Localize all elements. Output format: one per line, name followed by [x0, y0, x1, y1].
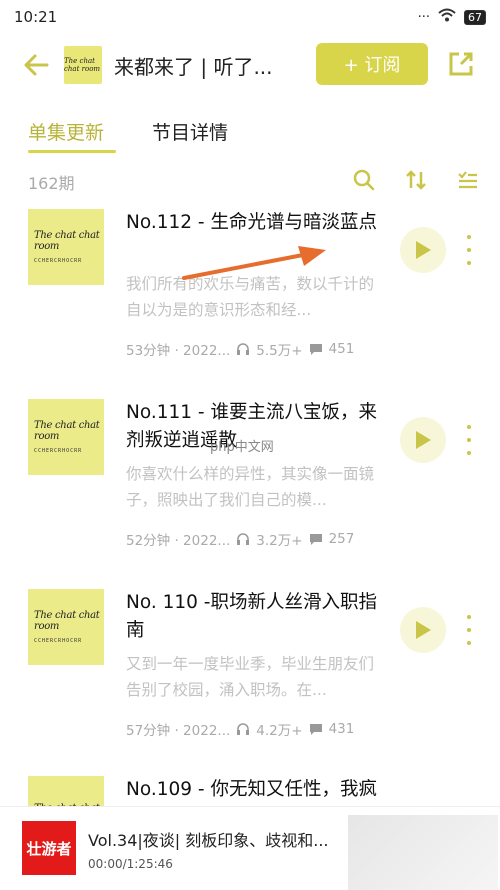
player-title: Vol.34|夜谈| 刻板印象、歧视和...	[88, 831, 329, 850]
status-icons: ··· 67	[418, 8, 486, 26]
back-arrow-icon	[24, 54, 49, 76]
player-thumbnail	[348, 815, 498, 890]
page-title: 来都来了 | 听了...	[114, 54, 273, 79]
episode-comments: 257	[328, 531, 355, 547]
episode-item[interactable]: The chat chat room No.109 - 你无知又任性，我疯	[0, 776, 500, 806]
tab-episodes[interactable]: 单集更新	[28, 118, 104, 145]
back-button[interactable]	[14, 43, 58, 87]
more-options-button[interactable]	[460, 235, 478, 265]
more-dot-icon	[467, 615, 471, 619]
watermark-text: php中文网	[210, 440, 274, 455]
status-time: 10:21	[14, 8, 58, 26]
podcast-cover-thumbnail: The chat chat room	[64, 46, 102, 84]
play-icon	[416, 241, 431, 259]
cover-line1: The chat chat room	[34, 230, 100, 252]
more-dot-icon	[467, 248, 471, 252]
more-dot-icon	[467, 425, 471, 429]
sort-icon	[406, 170, 426, 190]
play-button[interactable]	[400, 227, 446, 273]
episode-duration: 53分钟 · 2022...	[126, 343, 231, 359]
headphones-icon	[237, 343, 250, 355]
episode-meta: 53分钟 · 2022... 5.5万+ 451	[126, 339, 396, 359]
subscribe-label: + 订阅	[343, 55, 401, 76]
episode-item[interactable]: The chat chat room CCHERCRHOCRR No. 110 …	[0, 589, 500, 777]
more-dot-icon	[467, 451, 471, 455]
more-options-button[interactable]	[460, 615, 478, 645]
search-icon	[353, 169, 375, 191]
episode-comments: 431	[328, 721, 355, 737]
episode-cover: The chat chat room CCHERCRHOCRR	[28, 589, 104, 665]
search-button[interactable]	[352, 168, 376, 192]
player-time: 00:00/1:25:46	[88, 857, 173, 871]
episode-count: 162期	[28, 174, 75, 193]
status-bar: 10:21 ··· 67	[0, 0, 500, 34]
top-bar: The chat chat room 来都来了 | 听了... + 订阅	[0, 34, 500, 96]
tab-details[interactable]: 节目详情	[152, 118, 228, 145]
comment-icon	[309, 724, 322, 735]
wifi-icon	[438, 8, 456, 26]
episode-plays: 3.2万+	[256, 533, 303, 549]
cover-line2: CCHERCRHOCRR	[34, 638, 83, 644]
episode-cover: The chat chat room CCHERCRHOCRR	[28, 209, 104, 285]
episode-duration: 52分钟 · 2022...	[126, 533, 231, 549]
mini-player[interactable]: 壮游者 Vol.34|夜谈| 刻板印象、歧视和... 00:00/1:25:46	[0, 806, 500, 890]
episode-title: No.109 - 你无知又任性，我疯	[126, 779, 377, 800]
play-button[interactable]	[400, 417, 446, 463]
episode-cover: The chat chat room	[28, 776, 104, 806]
list-toolbar: 162期	[0, 162, 500, 198]
more-dot-icon	[467, 641, 471, 645]
share-button[interactable]	[446, 49, 476, 79]
more-dot-icon	[467, 235, 471, 239]
comment-icon	[309, 534, 322, 545]
episode-title: No. 110 -职场新人丝滑入职指南	[126, 592, 377, 641]
player-logo: 壮游者	[22, 821, 76, 875]
sort-button[interactable]	[404, 168, 428, 192]
cover-text: The chat chat room	[64, 57, 101, 73]
cover-line1: The chat chat room	[34, 420, 100, 442]
more-dot-icon	[467, 628, 471, 632]
annotation-arrow	[182, 246, 326, 280]
comment-icon	[309, 344, 322, 355]
episode-duration: 57分钟 · 2022...	[126, 723, 231, 739]
episode-description: 你喜欢什么样的异性，其实像一面镜子，照映出了我们自己的模...	[126, 465, 375, 509]
episode-item[interactable]: The chat chat room CCHERCRHOCRR No.112 -…	[0, 209, 500, 397]
episode-item[interactable]: The chat chat room CCHERCRHOCRR No.111 -…	[0, 399, 500, 587]
episode-comments: 451	[328, 341, 355, 357]
play-button[interactable]	[400, 607, 446, 653]
filter-list-icon	[458, 171, 477, 189]
share-icon	[449, 52, 473, 76]
more-dot-icon	[467, 261, 471, 265]
signal-icon: ···	[417, 9, 430, 25]
tab-bar: 单集更新 节目详情	[0, 110, 500, 154]
episode-meta: 57分钟 · 2022... 4.2万+ 431	[126, 719, 396, 739]
episode-description: 又到一年一度毕业季，毕业生朋友们告别了校园，涌入职场。在...	[126, 655, 375, 699]
episode-cover: The chat chat room CCHERCRHOCRR	[28, 399, 104, 475]
episode-title: No.112 - 生命光谱与暗淡蓝点	[126, 212, 377, 233]
episode-meta: 52分钟 · 2022... 3.2万+ 257	[126, 529, 396, 549]
episode-plays: 4.2万+	[256, 723, 303, 739]
play-icon	[416, 431, 431, 449]
more-dot-icon	[467, 438, 471, 442]
battery-icon: 67	[464, 9, 486, 25]
episode-plays: 5.5万+	[256, 343, 303, 359]
tab-active-indicator	[28, 150, 116, 153]
more-options-button[interactable]	[460, 425, 478, 455]
subscribe-button[interactable]: + 订阅	[316, 43, 428, 85]
cover-line2: CCHERCRHOCRR	[34, 258, 83, 264]
play-icon	[416, 621, 431, 639]
cover-line1: The chat chat room	[34, 610, 100, 632]
cover-line2: CCHERCRHOCRR	[34, 448, 83, 454]
headphones-icon	[237, 533, 250, 545]
headphones-icon	[237, 723, 250, 735]
batch-select-button[interactable]	[456, 168, 480, 192]
